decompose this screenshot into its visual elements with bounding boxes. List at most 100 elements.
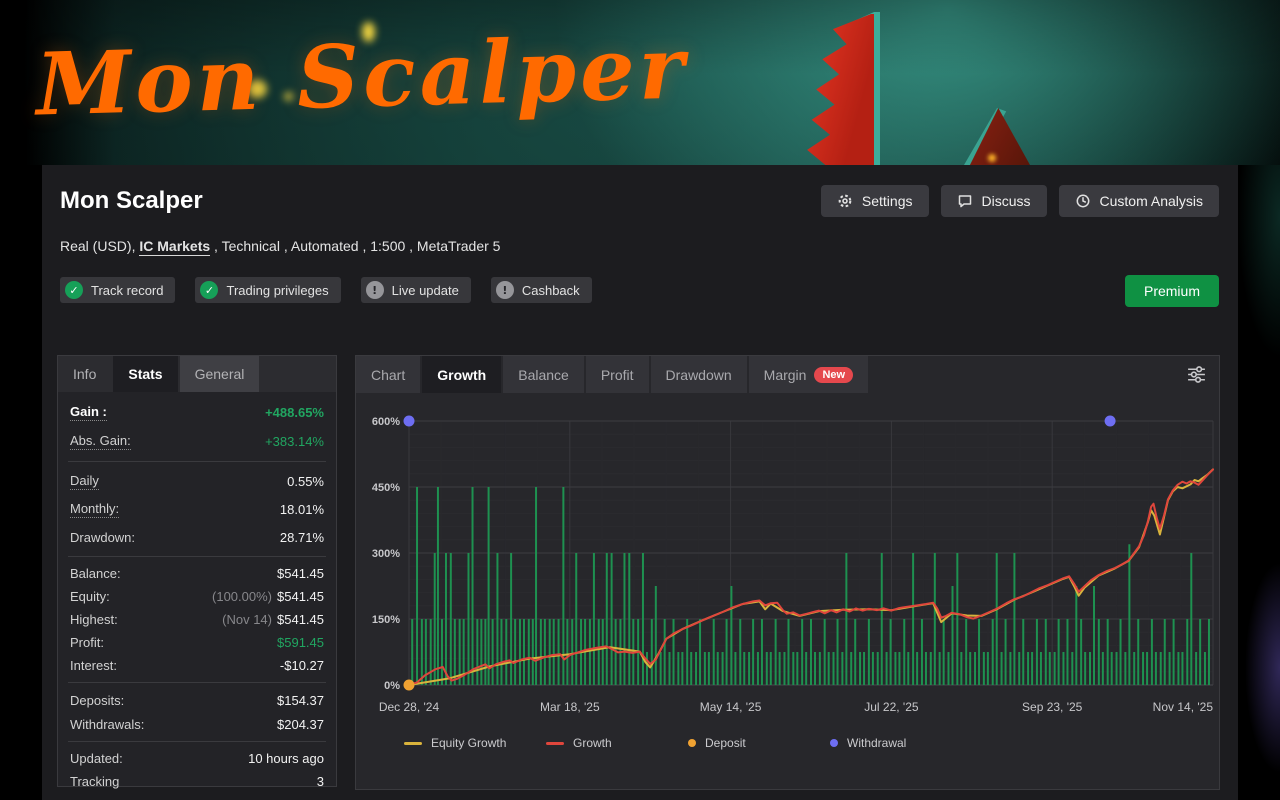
background-glow <box>1235 560 1280 800</box>
updated-value: 10 hours ago <box>248 751 324 766</box>
margin-label: Margin <box>764 367 807 383</box>
badge-label: Trading privileges <box>226 283 328 298</box>
badge-label: Cashback <box>522 283 580 298</box>
stat-row-highest: Highest: (Nov 14)$541.45 <box>70 608 324 631</box>
deposits-label: Deposits: <box>70 693 124 708</box>
svg-text:Mar 18, '25: Mar 18, '25 <box>540 700 600 714</box>
stats-tabbar: Info Stats General <box>58 356 336 392</box>
badge-cashback[interactable]: ! Cashback <box>491 277 592 303</box>
tab-margin[interactable]: Margin New <box>749 356 868 393</box>
clock-icon <box>1075 193 1091 209</box>
stat-row-balance: Balance: $541.45 <box>70 562 324 585</box>
monthly-value: 18.01% <box>280 502 324 517</box>
divider <box>68 741 326 742</box>
interest-label: Interest: <box>70 658 117 673</box>
check-icon: ✓ <box>200 281 218 299</box>
svg-text:450%: 450% <box>372 482 400 494</box>
gain-value: +488.65% <box>265 405 324 420</box>
custom-analysis-label: Custom Analysis <box>1100 193 1203 209</box>
highest-label: Highest: <box>70 612 118 627</box>
tracking-value: 3 <box>317 774 324 789</box>
svg-text:600%: 600% <box>372 416 400 428</box>
tab-profit[interactable]: Profit <box>586 356 649 393</box>
highest-note: (Nov 14) <box>222 612 272 627</box>
settings-label: Settings <box>862 193 913 209</box>
stat-row-gain: Gain : +488.65% <box>70 398 324 427</box>
badge-trading-privileges[interactable]: ✓ Trading privileges <box>195 277 340 303</box>
exclamation-icon: ! <box>366 281 384 299</box>
tab-chart[interactable]: Chart <box>356 356 420 393</box>
growth-chart[interactable]: 0%150%300%450%600%Dec 28, '24Mar 18, '25… <box>356 393 1219 723</box>
chart-tabbar: Chart Growth Balance Profit Drawdown Mar… <box>356 356 1219 393</box>
stat-row-deposits: Deposits: $154.37 <box>70 688 324 712</box>
drawdown-label: Drawdown: <box>70 530 135 545</box>
tracking-label: Tracking <box>70 774 119 789</box>
verification-badges: ✓ Track record ✓ Trading privileges ! Li… <box>60 277 592 303</box>
stat-row-profit: Profit: $591.45 <box>70 631 324 654</box>
equity-value: $541.45 <box>277 589 324 604</box>
balance-value: $541.45 <box>277 566 324 581</box>
chat-bubble-icon <box>957 193 973 209</box>
legend-withdrawal[interactable]: Withdrawal <box>830 736 972 750</box>
deposit-swatch <box>688 739 696 747</box>
badge-live-update[interactable]: ! Live update <box>361 277 471 303</box>
monthly-label[interactable]: Monthly: <box>70 501 119 518</box>
legend-label: Equity Growth <box>431 736 506 750</box>
legend-equity-growth[interactable]: Equity Growth <box>404 736 546 750</box>
drawdown-value: 28.71% <box>280 530 324 545</box>
svg-text:0%: 0% <box>384 680 400 692</box>
abs-gain-label[interactable]: Abs. Gain: <box>70 433 131 450</box>
tab-growth[interactable]: Growth <box>422 356 501 393</box>
daily-label[interactable]: Daily <box>70 473 99 490</box>
withdrawal-swatch <box>830 739 838 747</box>
chart-filter-icon[interactable] <box>1186 364 1207 390</box>
badge-track-record[interactable]: ✓ Track record <box>60 277 175 303</box>
stat-row-monthly: Monthly: 18.01% <box>70 495 324 523</box>
custom-analysis-button[interactable]: Custom Analysis <box>1059 185 1219 217</box>
legend-deposit[interactable]: Deposit <box>688 736 830 750</box>
stat-row-interest: Interest: -$10.27 <box>70 654 324 677</box>
abs-gain-value: +383.14% <box>265 434 324 449</box>
new-badge: New <box>814 367 853 383</box>
growth-swatch <box>546 742 564 745</box>
withdrawals-value: $204.37 <box>277 717 324 732</box>
equity-note: (100.00%) <box>212 589 272 604</box>
fish-fin-large <box>798 12 880 165</box>
svg-text:300%: 300% <box>372 548 400 560</box>
discuss-button[interactable]: Discuss <box>941 185 1047 217</box>
stat-row-withdrawals: Withdrawals: $204.37 <box>70 712 324 736</box>
equity-label: Equity: <box>70 589 110 604</box>
broker-link[interactable]: IC Markets <box>139 238 210 256</box>
badge-label: Track record <box>91 283 163 298</box>
banner-script-title: Mon Scalper <box>35 21 689 133</box>
legend-label: Withdrawal <box>847 736 906 750</box>
withdrawals-label: Withdrawals: <box>70 717 144 732</box>
stat-row-updated: Updated: 10 hours ago <box>70 747 324 770</box>
tab-info[interactable]: Info <box>58 356 111 392</box>
premium-button[interactable]: Premium <box>1125 275 1219 307</box>
background-glow <box>1238 165 1280 425</box>
gain-label[interactable]: Gain : <box>70 404 107 421</box>
subtitle-pre: Real (USD), <box>60 238 139 254</box>
tab-stats[interactable]: Stats <box>113 356 177 392</box>
divider <box>68 461 326 462</box>
header-actions: Settings Discuss Custom Analysis <box>821 185 1219 217</box>
interest-value: -$10.27 <box>280 658 324 673</box>
tab-general[interactable]: General <box>180 356 260 392</box>
divider <box>68 682 326 683</box>
stat-row-drawdown: Drawdown: 28.71% <box>70 523 324 551</box>
tab-balance[interactable]: Balance <box>503 356 584 393</box>
fish-fin-small <box>964 108 1030 165</box>
svg-text:May 14, '25: May 14, '25 <box>700 700 762 714</box>
legend-label: Deposit <box>705 736 746 750</box>
svg-text:Sep 23, '25: Sep 23, '25 <box>1022 700 1083 714</box>
legend-growth[interactable]: Growth <box>546 736 688 750</box>
tab-drawdown[interactable]: Drawdown <box>651 356 747 393</box>
daily-value: 0.55% <box>287 474 324 489</box>
equity-growth-swatch <box>404 742 422 745</box>
stats-card: Info Stats General Gain : +488.65% Abs. … <box>57 355 337 787</box>
stats-body: Gain : +488.65% Abs. Gain: +383.14% Dail… <box>58 392 336 793</box>
page-title: Mon Scalper <box>60 187 203 215</box>
subtitle-post: , Technical , Automated , 1:500 , MetaTr… <box>210 238 500 254</box>
settings-button[interactable]: Settings <box>821 185 929 217</box>
